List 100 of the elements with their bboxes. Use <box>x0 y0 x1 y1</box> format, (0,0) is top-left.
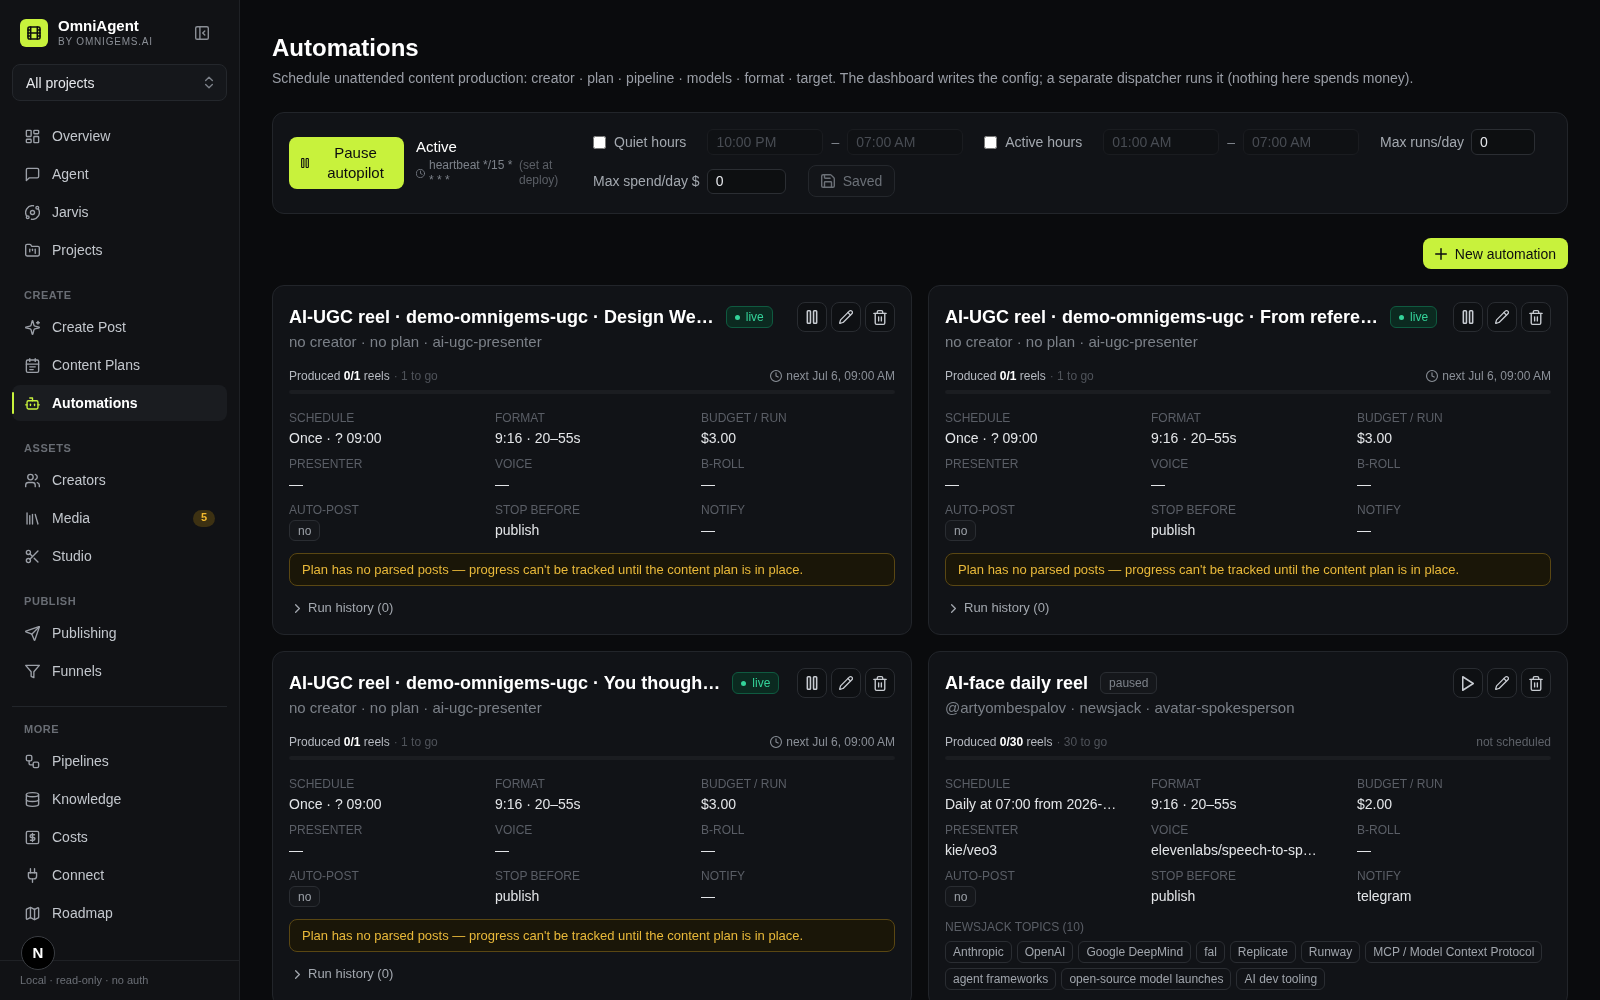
active-indicator <box>12 392 14 414</box>
section-label: ASSETS <box>23 441 73 456</box>
pencil-icon <box>1495 310 1509 324</box>
max-runs-field[interactable]: 0 <box>1471 129 1536 155</box>
new-automation-button[interactable]: New automation <box>1422 238 1568 269</box>
topic-chip: MCP / Model Context Protocol <box>1365 941 1543 963</box>
remaining-text: · 1 to go <box>1049 368 1094 384</box>
nav-item[interactable]: Projects <box>12 232 227 268</box>
trash-icon <box>873 309 887 325</box>
field-value: $3.00 <box>701 429 738 448</box>
run-history-toggle[interactable]: Run history (0) <box>289 964 394 984</box>
trash-icon <box>1529 675 1543 691</box>
field-value: elevenlabs/speech-to-sp… <box>1151 841 1318 860</box>
nav-item[interactable]: Roadmap <box>12 895 227 931</box>
edit-button[interactable] <box>1487 302 1517 332</box>
field-label: STOP BEFORE <box>495 502 581 518</box>
field-value: Once · ? 09:00 <box>289 429 383 448</box>
field-label: BUDGET / RUN <box>1357 410 1444 426</box>
nav-item[interactable]: Content Plans <box>12 347 227 383</box>
run-history-toggle[interactable]: Run history (0) <box>945 598 1050 618</box>
plug-icon <box>25 867 40 883</box>
active-hours-checkbox[interactable] <box>984 135 998 149</box>
remaining-text: · 1 to go <box>393 734 438 750</box>
edit-button[interactable] <box>831 668 861 698</box>
nav-item[interactable]: Costs <box>12 819 227 855</box>
status-text: live <box>752 675 771 691</box>
progress-text: Produced 0/30 reels <box>945 734 1053 750</box>
card-title: AI-face daily reel <box>945 672 1089 695</box>
chevron-right-icon <box>951 603 956 613</box>
field-value: — <box>1151 475 1166 494</box>
field-label: NOTIFY <box>701 868 746 884</box>
field-label: VOICE <box>495 456 534 472</box>
progress-text: Produced 0/1 reels <box>289 734 390 750</box>
pause-button[interactable] <box>797 302 827 332</box>
play-button[interactable] <box>1453 668 1483 698</box>
field-value: publish <box>495 521 541 540</box>
field-label: AUTO-POST <box>289 868 360 884</box>
nav-item[interactable]: Agent <box>12 156 227 192</box>
next-run-text: next Jul 6, 09:00 AM <box>1442 368 1551 384</box>
dev-tools-button[interactable]: N <box>21 936 55 970</box>
topic-chip: Replicate <box>1229 941 1296 963</box>
nav-item[interactable]: Pipelines <box>12 743 227 779</box>
field-value: — <box>945 475 960 494</box>
field-label: BUDGET / RUN <box>701 776 788 792</box>
value-chip: no <box>945 886 977 907</box>
pause-autopilot-button[interactable]: Pause autopilot <box>289 137 404 189</box>
orbit-icon <box>25 204 40 220</box>
play-icon <box>1462 675 1474 691</box>
nav-item[interactable]: Knowledge <box>12 781 227 817</box>
nav-item[interactable]: Creators <box>12 462 227 498</box>
field-value: — <box>701 475 716 494</box>
nav-item[interactable]: Automations <box>12 385 227 421</box>
dollar-icon <box>25 829 40 845</box>
delete-button[interactable] <box>865 668 895 698</box>
field-label: AUTO-POST <box>945 502 1016 518</box>
field-label: NEWSJACK TOPICS (10) <box>945 919 1085 935</box>
field-label: SCHEDULE <box>945 776 1012 792</box>
field-label: STOP BEFORE <box>1151 868 1237 884</box>
topic-chip: AI dev tooling <box>1236 968 1326 990</box>
field-value: — <box>701 841 716 860</box>
project-select[interactable]: All projects <box>12 64 227 101</box>
nodes-icon <box>25 753 40 769</box>
nav-item[interactable]: Funnels <box>12 653 227 689</box>
max-spend-field[interactable]: 0 <box>706 168 786 194</box>
sparkles-icon <box>25 319 40 335</box>
checkbox-label: Active hours <box>1005 133 1083 152</box>
field-value: — <box>1357 841 1372 860</box>
progress-text: Produced 0/1 reels <box>945 368 1046 384</box>
delete-button[interactable] <box>865 302 895 332</box>
field-label: PRESENTER <box>945 456 1020 472</box>
clock-icon <box>1426 370 1439 382</box>
chat-bubble-icon <box>25 166 40 182</box>
card-subtitle: no creator · no plan · ai-ugc-presenter <box>289 698 543 718</box>
pause-button[interactable] <box>1453 302 1483 332</box>
field-value: 9:16 · 20–55s <box>1151 795 1238 814</box>
field-label: FORMAT <box>1151 410 1202 426</box>
remaining-text: · 30 to go <box>1056 734 1108 750</box>
edit-button[interactable] <box>1487 668 1517 698</box>
section-label: CREATE <box>23 288 73 303</box>
panel-collapse-icon[interactable] <box>195 26 209 40</box>
pause-icon <box>806 310 818 324</box>
pause-button[interactable] <box>797 668 827 698</box>
nav-item[interactable]: Jarvis <box>12 194 227 230</box>
quiet-hours-checkbox[interactable] <box>593 135 606 149</box>
heartbeat-text: heartbeat */15 * * * * <box>429 158 513 188</box>
edit-button[interactable] <box>831 302 861 332</box>
delete-button[interactable] <box>1521 302 1551 332</box>
run-history-toggle[interactable]: Run history (0) <box>289 598 394 618</box>
field-label: B-ROLL <box>1357 456 1402 472</box>
delete-button[interactable] <box>1521 668 1551 698</box>
nav-item[interactable]: Studio <box>12 538 227 574</box>
nav-item[interactable]: Connect <box>12 857 227 893</box>
nav-item[interactable]: Media 5 <box>12 500 227 536</box>
field-label: BUDGET / RUN <box>701 410 788 426</box>
field-label: VOICE <box>1151 822 1190 838</box>
field-value: Once · ? 09:00 <box>945 429 1039 448</box>
nav-item[interactable]: Overview <box>12 118 227 154</box>
nav-item[interactable]: Create Post <box>12 309 227 345</box>
nav-item[interactable]: Publishing <box>12 615 227 651</box>
field-value: $3.00 <box>701 795 738 814</box>
